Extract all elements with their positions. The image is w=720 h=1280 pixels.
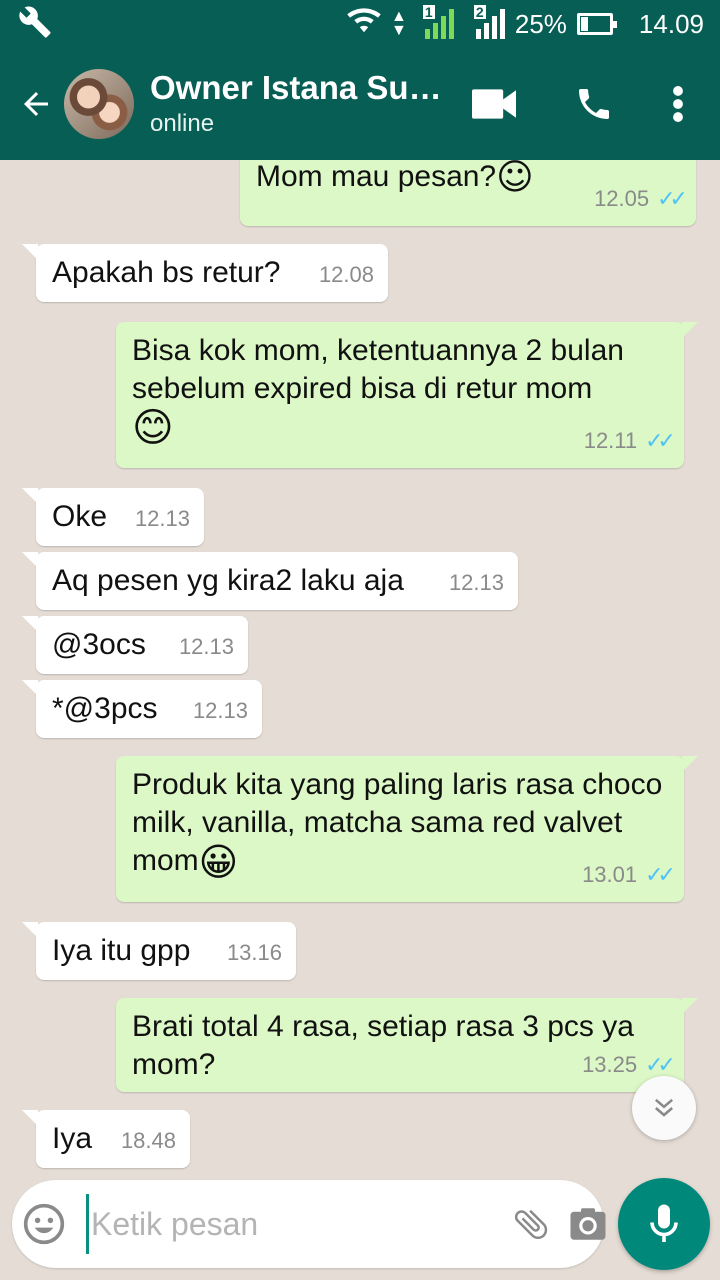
message-incoming[interactable]: *@3pcs 12.13 xyxy=(22,680,262,738)
message-time: 12.13 xyxy=(134,506,190,531)
camera-button[interactable] xyxy=(567,1192,609,1256)
message-time: 18.48 xyxy=(120,1128,176,1153)
message-text: Brati total 4 rasa, setiap rasa 3 pcs ya… xyxy=(132,1010,634,1081)
wrench-icon xyxy=(18,5,52,44)
message-text: Iya xyxy=(52,1122,93,1155)
read-ticks-icon: ✓✓ xyxy=(645,862,676,887)
back-button[interactable] xyxy=(8,76,64,132)
attach-icon xyxy=(514,1209,548,1240)
message-text: Oke xyxy=(52,500,108,533)
message-time: 12.05 xyxy=(594,186,650,211)
message-incoming[interactable]: Oke 12.13 xyxy=(22,488,204,546)
message-text: @3ocs xyxy=(52,628,146,661)
message-input[interactable] xyxy=(86,1194,511,1254)
emoji: 😊 xyxy=(132,405,174,452)
message-time: 13.25 xyxy=(582,1052,638,1077)
message-time: 12.13 xyxy=(448,570,504,595)
read-ticks-icon: ✓✓ xyxy=(645,428,676,453)
emoji: ☺ xyxy=(496,160,534,199)
more-options-button[interactable] xyxy=(648,74,708,134)
sim1-label: 1 xyxy=(422,4,435,20)
phone-icon xyxy=(579,89,609,119)
contact-info[interactable]: Owner Istana Su… online xyxy=(150,68,464,140)
battery-percent: 25% xyxy=(514,8,567,39)
chat-header: Owner Istana Su… online xyxy=(0,48,720,160)
message-time: 12.13 xyxy=(192,698,248,723)
message-time: 12.13 xyxy=(178,634,234,659)
message-text: Iya itu gpp xyxy=(52,934,191,967)
message-text: Mom mau pesan? xyxy=(256,160,497,193)
video-call-button[interactable] xyxy=(464,74,524,134)
camera-icon xyxy=(570,1208,606,1240)
message-outgoing[interactable]: Mom mau pesan?☺ 12.05 ✓✓ xyxy=(240,160,696,226)
message-time: 13.01 xyxy=(582,862,638,887)
message-time: 12.11 xyxy=(583,428,638,453)
voice-call-button[interactable] xyxy=(564,74,624,134)
message-composer xyxy=(12,1180,606,1268)
message-text: Bisa kok mom, ketentuannya 2 bulan sebel… xyxy=(132,334,624,405)
message-text: Apakah bs retur? xyxy=(52,256,281,289)
battery-icon xyxy=(576,13,617,35)
message-incoming[interactable]: Apakah bs retur? 12.08 xyxy=(22,244,388,302)
message-incoming[interactable]: Iya 18.48 xyxy=(22,1110,190,1168)
more-vert-icon xyxy=(673,86,683,122)
chat-area[interactable]: Mom mau pesan?☺ 12.05 ✓✓ Apakah bs retur… xyxy=(0,160,720,1178)
back-arrow-icon xyxy=(24,92,48,116)
scroll-to-bottom-button[interactable] xyxy=(632,1076,696,1140)
wifi-icon xyxy=(347,7,381,42)
signal-icon: 1 xyxy=(422,5,454,39)
emoji: 😀 xyxy=(198,840,239,885)
emoji-icon xyxy=(23,1203,65,1245)
sim2-label: 2 xyxy=(473,4,486,20)
message-text: *@3pcs xyxy=(52,692,158,725)
message-time: 13.16 xyxy=(226,940,282,965)
message-incoming[interactable]: @3ocs 12.13 xyxy=(22,616,248,674)
signal-icon: 2 xyxy=(473,5,505,39)
message-incoming[interactable]: Iya itu gpp 13.16 xyxy=(22,922,296,980)
video-call-icon xyxy=(472,89,516,119)
message-outgoing[interactable]: Bisa kok mom, ketentuannya 2 bulan sebel… xyxy=(116,322,698,468)
message-incoming[interactable]: Aq pesen yg kira2 laku aja 12.13 xyxy=(22,552,518,610)
avatar[interactable] xyxy=(64,69,134,139)
contact-name: Owner Istana Su… xyxy=(150,69,442,106)
voice-message-button[interactable] xyxy=(618,1178,710,1270)
scroll-down-icon xyxy=(654,1098,674,1117)
message-outgoing[interactable]: Produk kita yang paling laris rasa choco… xyxy=(116,756,698,902)
clock: 14.09 xyxy=(638,8,704,39)
read-ticks-icon: ✓✓ xyxy=(657,186,688,211)
contact-status: online xyxy=(150,110,215,137)
status-bar: ▲ ▼ 1 2 25% 14.09 xyxy=(0,0,720,48)
mic-icon xyxy=(650,1204,678,1242)
emoji-button[interactable] xyxy=(22,1192,66,1256)
message-time: 12.08 xyxy=(318,262,374,287)
message-text: Aq pesen yg kira2 laku aja xyxy=(52,564,404,597)
sync-arrows-icon: ▲ ▼ xyxy=(391,8,407,39)
attach-button[interactable] xyxy=(511,1192,551,1256)
message-outgoing[interactable]: Brati total 4 rasa, setiap rasa 3 pcs ya… xyxy=(116,998,698,1092)
